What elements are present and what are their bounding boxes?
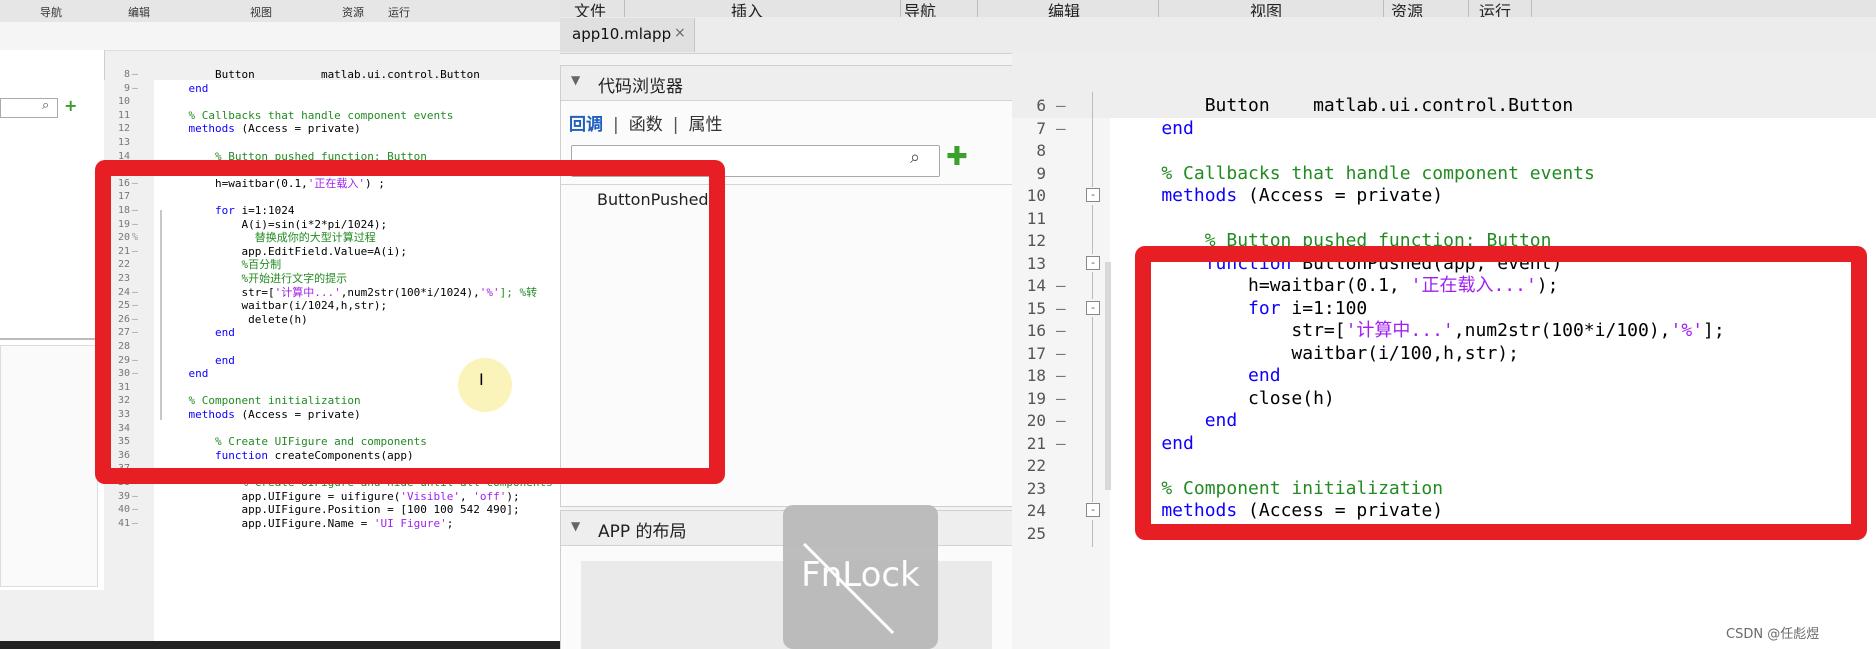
- menu-separator: [977, 0, 978, 17]
- annotation-box-right: [1135, 246, 1867, 540]
- document-tabbar: [560, 17, 1876, 54]
- code-token: (Access = private): [1237, 185, 1444, 206]
- menu-separator: [1531, 0, 1532, 17]
- left-code-line: 41– app.UIFigure.Name = 'UI Figure';: [0, 516, 560, 532]
- tab-properties[interactable]: 属性: [688, 110, 722, 135]
- fold-toggle-icon[interactable]: -: [1086, 188, 1100, 202]
- menu-separator: [1468, 0, 1469, 17]
- code-token: );: [506, 489, 520, 503]
- menu-separator: [1383, 0, 1384, 17]
- code-token: ;: [446, 516, 454, 530]
- left-menu-view[interactable]: 视图: [250, 4, 272, 20]
- watermark: CSDN @任彪煜: [1726, 627, 1820, 642]
- code-browser-tabs: 回调 | 函数 | 属性: [569, 110, 722, 135]
- close-icon[interactable]: ×: [674, 25, 686, 41]
- app-layout-title: APP 的布局: [598, 522, 687, 542]
- code-token: 'off': [473, 489, 507, 503]
- line-number: 25: [1026, 523, 1046, 543]
- menu-separator: [624, 0, 625, 17]
- search-icon[interactable]: ⌕: [910, 147, 920, 168]
- code-browser-header[interactable]: ▼ 代码浏览器: [561, 66, 1012, 101]
- code-token: % Callbacks that handle component events: [1118, 162, 1595, 184]
- code-token: methods: [1118, 185, 1238, 206]
- code-token: app.UIFigure.Name =: [162, 516, 374, 530]
- left-toolbar: [0, 22, 560, 51]
- fnlock-overlay: FnLock: [783, 505, 938, 649]
- taskbar: [0, 641, 560, 649]
- collapse-triangle-icon[interactable]: ▼: [571, 519, 580, 533]
- menubar: 文件 插入 导航 编辑 视图 资源 运行: [560, 0, 1876, 21]
- tab-functions[interactable]: 函数: [629, 110, 663, 135]
- code-token: Button matlab.ui.control.Button: [1118, 95, 1574, 116]
- fold-toggle-icon[interactable]: -: [1086, 300, 1100, 315]
- code-token: 'Visible': [400, 489, 461, 503]
- code-token: end: [1118, 117, 1194, 139]
- code-token: app.UIFigure.Position = [100 100 542 490…: [162, 503, 520, 517]
- fold-guide: [1092, 519, 1093, 547]
- file-tab[interactable]: app10.mlapp ×: [560, 18, 695, 52]
- code-token: end: [162, 81, 209, 95]
- left-menu-run[interactable]: 运行: [388, 4, 410, 20]
- left-menu-resources[interactable]: 资源: [342, 4, 364, 20]
- collapse-triangle-icon[interactable]: ▼: [571, 73, 580, 87]
- fnlock-label: FnLock: [801, 555, 920, 595]
- code-token: Button matlab.ui.control.Button: [162, 68, 480, 81]
- code-token: (Access = private): [234, 122, 361, 136]
- tab-callbacks[interactable]: 回调: [569, 110, 603, 135]
- code-token: ,: [460, 489, 474, 503]
- code-token: methods: [162, 122, 235, 136]
- menu-separator: [1158, 0, 1159, 17]
- add-callback-icon[interactable]: ✚: [946, 142, 968, 172]
- annotation-box-left: [95, 160, 725, 484]
- left-line-marker: –: [132, 517, 139, 529]
- fold-toggle-icon[interactable]: -: [1086, 503, 1100, 517]
- code-browser-title: 代码浏览器: [598, 77, 683, 97]
- fold-toggle-icon[interactable]: -: [1086, 255, 1100, 270]
- left-menu-edit[interactable]: 编辑: [128, 4, 150, 20]
- left-menubar: 导航 编辑 视图 资源 运行: [0, 0, 560, 23]
- left-menu-navigate[interactable]: 导航: [40, 4, 62, 20]
- tab-separator: |: [613, 115, 619, 135]
- code-token: % Callbacks that handle component events: [162, 108, 454, 122]
- code-token: 'UI Figure': [373, 516, 447, 530]
- left-line-code: app.UIFigure.Name = 'UI Figure';: [162, 516, 453, 532]
- tab-separator: |: [672, 115, 679, 135]
- left-line-number: 41: [117, 517, 130, 529]
- code-token: app.UIFigure = uifigure(: [162, 489, 401, 503]
- file-tab-label: app10.mlapp: [572, 25, 672, 43]
